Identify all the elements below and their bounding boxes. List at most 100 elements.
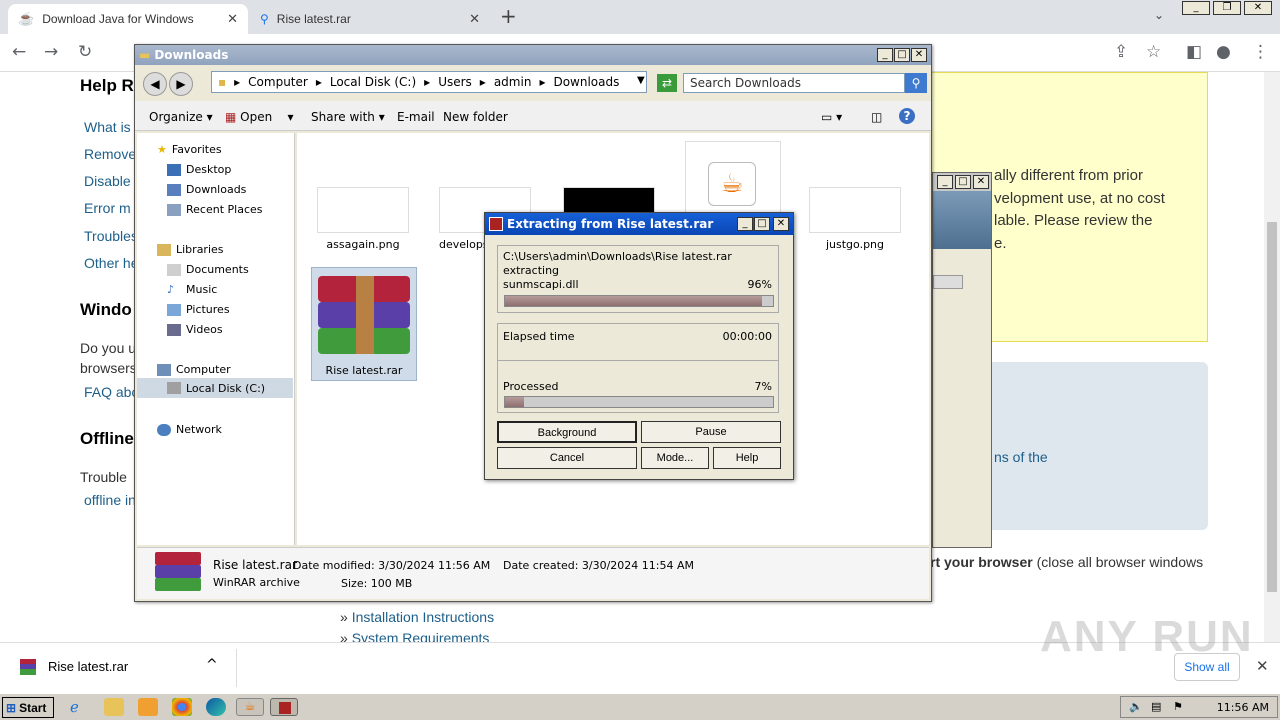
address-bar[interactable]: ▪ ▸ Computer ▸ Local Disk (C:) ▸ Users ▸… [211,71,647,93]
close-button[interactable]: ✕ [1244,1,1272,15]
flag-icon[interactable]: ⚑ [1173,700,1183,713]
maximize-button[interactable]: □ [894,48,910,62]
back-icon[interactable]: ← [12,42,26,62]
faq-link[interactable]: FAQ abo [84,384,139,400]
nav-network[interactable]: Network [157,423,222,436]
file-label-develops[interactable]: develops [439,238,489,251]
nav-local-disk[interactable]: Local Disk (C:) [137,378,293,398]
pause-button[interactable]: Pause [641,421,781,443]
reload-icon[interactable]: ↻ [78,42,92,62]
back-icon[interactable]: ◀ [143,72,167,96]
close-tab-icon[interactable]: ✕ [227,11,238,27]
terms-link[interactable]: ns of the [994,449,1048,465]
search-input[interactable]: Search Downloads [683,73,905,93]
close-button[interactable]: ✕ [773,217,789,231]
breadcrumb-local-disk[interactable]: Local Disk (C:) [330,75,416,89]
file-percent: 96% [747,278,772,291]
help-link-2[interactable]: Remove [84,146,136,162]
share-with-menu[interactable]: Share with ▾ [311,110,385,124]
elapsed-label: Elapsed time [503,330,575,343]
tab-label: Download Java for Windows [42,12,194,26]
view-icon[interactable]: ▭ ▾ [821,110,842,124]
background-button[interactable]: Background [497,421,637,443]
breadcrumb-admin[interactable]: admin [494,75,532,89]
tab-search-icon[interactable]: ⌄ [1154,8,1164,22]
file-item-rise-latest[interactable]: Rise latest.rar [311,267,417,381]
maximize-button[interactable]: □ [754,217,770,231]
address-dropdown-icon[interactable]: ▼ [637,75,645,86]
nav-pictures[interactable]: Pictures [167,303,230,316]
breadcrumb-computer[interactable]: Computer [248,75,308,89]
volume-icon[interactable]: 🔈 [1129,700,1143,713]
email-button[interactable]: E-mail [397,110,435,124]
offline-link[interactable]: offline in [84,492,136,508]
file-explorer-icon[interactable] [104,698,124,716]
winrar-task[interactable] [270,698,298,716]
help-link-5[interactable]: Troubles [84,228,138,244]
file-thumbnail-assagain[interactable] [317,187,409,233]
search-icon[interactable]: ⚲ [905,73,927,93]
chrome-icon[interactable] [172,698,192,716]
minimize-button[interactable]: _ [937,175,953,189]
refresh-icon[interactable]: ⇄ [657,74,677,92]
cancel-button[interactable]: Cancel [497,447,637,469]
organize-menu[interactable]: Organize ▾ [149,110,213,124]
network-tray-icon[interactable]: ▤ [1151,700,1161,713]
minimize-button[interactable]: _ [877,48,893,62]
help-link-3[interactable]: Disable [84,173,131,189]
forward-icon[interactable]: ▶ [169,72,193,96]
mode-button[interactable]: Mode... [641,447,709,469]
minimize-button[interactable]: _ [737,217,753,231]
nav-computer[interactable]: Computer [157,363,231,376]
close-button[interactable]: ✕ [973,175,989,189]
chevron-up-icon[interactable]: ^ [206,657,218,673]
help-button[interactable]: Help [713,447,781,469]
menu-icon[interactable]: ⋮ [1252,42,1269,62]
restore-button[interactable]: □ [955,175,971,189]
share-icon[interactable]: ⇪ [1114,42,1128,62]
close-tab-icon[interactable]: ✕ [469,11,480,27]
forward-icon[interactable]: → [44,42,58,62]
download-item-name[interactable]: Rise latest.rar [48,659,128,674]
file-thumbnail-java[interactable]: ☕ [685,141,781,215]
nav-videos[interactable]: Videos [167,323,223,336]
tab-download-java[interactable]: ☕ Download Java for Windows ✕ [8,4,248,34]
new-tab-button[interactable]: + [500,4,517,28]
profile-icon[interactable]: ● [1216,42,1231,62]
close-button[interactable]: ✕ [911,48,927,62]
nav-music[interactable]: ♪ Music [167,283,217,296]
help-link-6[interactable]: Other he [84,255,138,271]
java-installer-task[interactable]: ☕ [236,698,264,716]
file-label-assagain[interactable]: assagain.png [317,238,409,251]
help-link-4[interactable]: Error m [84,200,131,216]
breadcrumb-downloads[interactable]: Downloads [553,75,619,89]
minimize-button[interactable]: _ [1182,1,1210,15]
nav-recent-places[interactable]: Recent Places [167,203,263,216]
nav-libraries[interactable]: Libraries [157,243,224,256]
command-bar: Organize ▾ ▦ Open ▾ Share with ▾ E-mail … [135,101,931,131]
internet-explorer-icon[interactable]: ℯ [70,698,90,716]
edge-icon[interactable] [206,698,226,716]
nav-desktop[interactable]: Desktop [167,163,231,176]
side-panel-icon[interactable]: ◧ [1186,42,1202,62]
open-menu[interactable]: ▦ Open ▾ [225,110,294,124]
install-link[interactable]: Installation Instructions [352,609,494,625]
start-button[interactable]: ⊞ Start [2,697,54,718]
scrollbar-thumb[interactable] [1267,222,1277,592]
nav-downloads[interactable]: Downloads [167,183,246,196]
restore-button[interactable]: ❐ [1213,1,1241,15]
nav-documents[interactable]: Documents [167,263,249,276]
breadcrumb-users[interactable]: Users [438,75,472,89]
new-folder-button[interactable]: New folder [443,110,508,124]
media-player-icon[interactable] [138,698,158,716]
help-icon[interactable]: ? [899,108,915,124]
file-label-justgo[interactable]: justgo.png [809,238,901,251]
file-thumbnail-justgo[interactable] [809,187,901,233]
help-link-1[interactable]: What is [84,119,131,135]
preview-pane-icon[interactable]: ◫ [871,110,882,124]
bookmark-star-icon[interactable]: ☆ [1146,42,1161,62]
page-scrollbar[interactable] [1264,72,1280,642]
tab-rise-latest[interactable]: ⚲ Rise latest.rar ✕ [250,4,490,34]
close-icon[interactable]: ✕ [1256,657,1269,675]
nav-favorites[interactable]: ★ Favorites [157,143,222,156]
